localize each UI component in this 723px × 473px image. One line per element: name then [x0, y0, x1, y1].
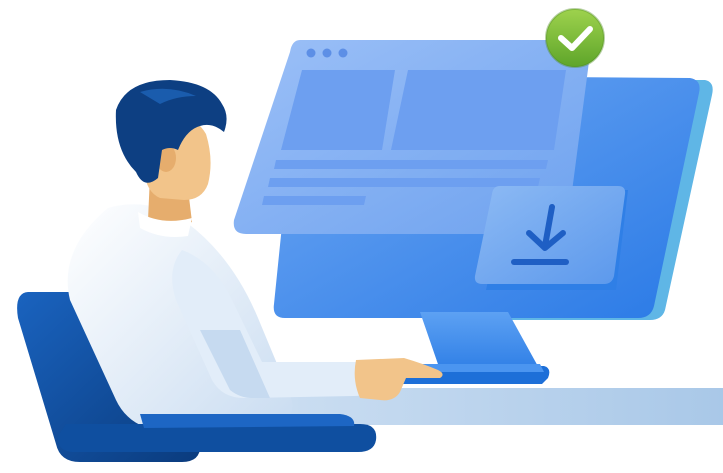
content-line-2	[268, 178, 540, 187]
chair-seat-top	[140, 414, 355, 428]
chair-seat	[57, 424, 377, 452]
content-line-1	[274, 160, 548, 169]
monitor-stand-neck	[420, 312, 540, 370]
content-line-3	[262, 196, 366, 205]
content-panel-right	[391, 70, 566, 150]
window-dot-1	[306, 48, 316, 58]
illustration-scene	[0, 0, 723, 473]
illustration-svg	[17, 8, 723, 462]
check-icon	[545, 8, 605, 68]
window-dot-3	[338, 48, 348, 58]
window-dot-2	[322, 48, 332, 58]
